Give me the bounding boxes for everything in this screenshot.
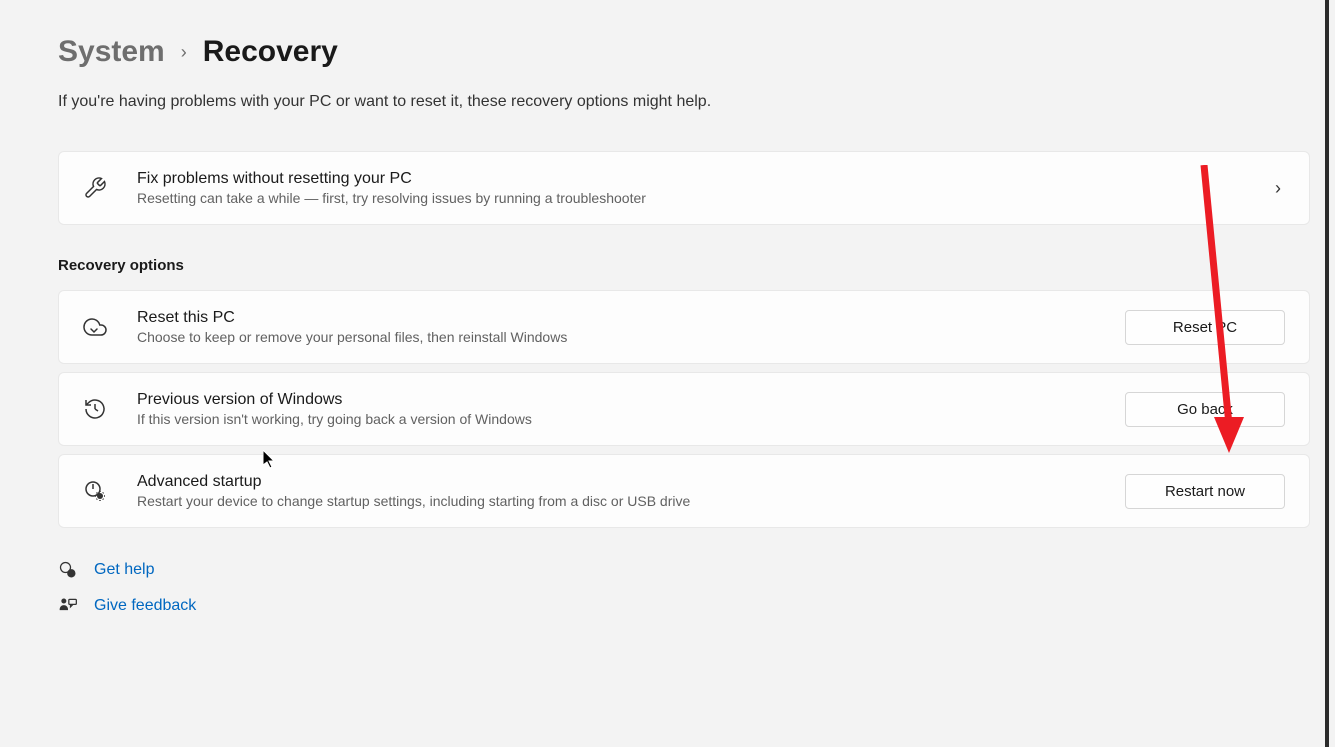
feedback-icon (58, 596, 78, 616)
advanced-startup-card: Advanced startup Restart your device to … (58, 454, 1310, 528)
go-back-button[interactable]: Go back (1125, 392, 1285, 427)
advanced-startup-title: Advanced startup (137, 473, 1125, 491)
reset-pc-subtitle: Choose to keep or remove your personal f… (137, 329, 1125, 345)
reset-pc-title: Reset this PC (137, 309, 1125, 327)
chevron-right-icon: › (181, 42, 187, 63)
troubleshoot-subtitle: Resetting can take a while — first, try … (137, 190, 1275, 206)
previous-version-subtitle: If this version isn't working, try going… (137, 411, 1125, 427)
breadcrumb-parent[interactable]: System (58, 35, 165, 69)
cloud-reset-icon (83, 315, 123, 339)
reset-pc-card: Reset this PC Choose to keep or remove y… (58, 290, 1310, 364)
right-border (1325, 0, 1329, 747)
svg-text:?: ? (70, 572, 74, 578)
section-heading: Recovery options (58, 257, 1335, 274)
restart-now-button[interactable]: Restart now (1125, 474, 1285, 509)
troubleshoot-card[interactable]: Fix problems without resetting your PC R… (58, 151, 1310, 225)
intro-text: If you're having problems with your PC o… (58, 93, 1335, 111)
wrench-icon (83, 176, 123, 200)
reset-pc-button[interactable]: Reset PC (1125, 310, 1285, 345)
help-icon: ? (58, 560, 78, 580)
get-help-text: Get help (94, 561, 154, 579)
troubleshoot-title: Fix problems without resetting your PC (137, 170, 1275, 188)
breadcrumb: System › Recovery (58, 35, 1335, 69)
chevron-right-icon: › (1275, 178, 1285, 199)
advanced-startup-subtitle: Restart your device to change startup se… (137, 493, 1125, 509)
previous-version-card: Previous version of Windows If this vers… (58, 372, 1310, 446)
get-help-link[interactable]: ? Get help (58, 560, 1335, 580)
power-gear-icon (83, 479, 123, 503)
give-feedback-text: Give feedback (94, 597, 196, 615)
give-feedback-link[interactable]: Give feedback (58, 596, 1335, 616)
history-icon (83, 397, 123, 421)
breadcrumb-current: Recovery (203, 35, 338, 69)
previous-version-title: Previous version of Windows (137, 391, 1125, 409)
